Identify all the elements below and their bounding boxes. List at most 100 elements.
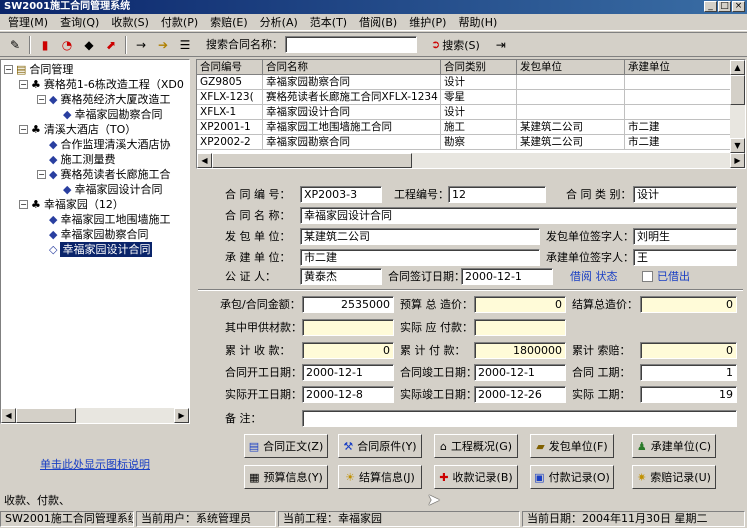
- grid-hscrollbar[interactable]: ◀ ▶: [197, 153, 745, 168]
- period-field[interactable]: 1: [640, 364, 737, 381]
- col-header[interactable]: 承建单位: [625, 60, 731, 75]
- search-input[interactable]: [285, 36, 417, 53]
- issuer-field[interactable]: 某建筑二公司: [300, 228, 540, 245]
- arrow-right-icon[interactable]: →: [130, 35, 152, 55]
- tree-item[interactable]: ◆ 幸福家园设计合同: [63, 182, 162, 197]
- menu-claims[interactable]: 索赔(E): [204, 14, 254, 30]
- icon-legend-link-text[interactable]: 单击此处显示图标说明: [40, 458, 150, 471]
- project-no-field[interactable]: 12: [448, 186, 546, 203]
- edit-icon[interactable]: ✎: [4, 35, 26, 55]
- line-chart-icon[interactable]: ⬈: [100, 35, 122, 55]
- tree-item[interactable]: − ◆ 赛格苑经济大厦改造工: [37, 92, 170, 107]
- tree-item[interactable]: ◆ 合作监理清溪大酒店协: [49, 137, 170, 152]
- scroll-up-icon[interactable]: ▲: [730, 60, 745, 75]
- total-paid-field[interactable]: 1800000: [474, 342, 566, 359]
- menu-templates[interactable]: 范本(T): [304, 14, 353, 30]
- menu-maintain[interactable]: 维护(P): [403, 14, 452, 30]
- col-header[interactable]: 合同类别: [441, 60, 517, 75]
- tree-item[interactable]: − ◆ 赛格苑读者长廊施工合: [37, 167, 170, 182]
- menu-help[interactable]: 帮助(H): [452, 14, 503, 30]
- collapse-icon[interactable]: −: [19, 125, 28, 134]
- pie-chart-icon[interactable]: ◔: [56, 35, 78, 55]
- builder-signer-field[interactable]: 王: [633, 249, 737, 266]
- minimize-button[interactable]: _: [704, 1, 717, 12]
- tree-item-selected[interactable]: ◇ 幸福家园设计合同: [49, 242, 153, 257]
- icon-legend-link[interactable]: 单击此处显示图标说明: [0, 456, 190, 472]
- collapse-icon[interactable]: −: [4, 65, 13, 74]
- tree-item[interactable]: − ♣ 幸福家园（12）: [19, 197, 124, 212]
- lent-checkbox[interactable]: [642, 271, 653, 282]
- claims-button[interactable]: ✷ 索赔记录(U): [632, 465, 716, 489]
- tree-item[interactable]: ◆ 幸福家园工地围墙施工: [49, 212, 170, 227]
- menu-borrow[interactable]: 借阅(B): [353, 14, 403, 30]
- actual-start-field[interactable]: 2000-12-8: [302, 386, 394, 403]
- tree-item[interactable]: − ♣ 清溪大酒店（TO）: [19, 122, 136, 137]
- original-contract-button[interactable]: ⚒ 合同原件(Y): [338, 434, 422, 458]
- name-field[interactable]: 幸福家园设计合同: [300, 207, 737, 224]
- exit-icon[interactable]: ⇥: [490, 35, 512, 55]
- col-header[interactable]: 合同编号: [197, 60, 263, 75]
- col-header[interactable]: 合同名称: [263, 60, 441, 75]
- issuer-signer-field[interactable]: 刘明生: [633, 228, 737, 245]
- search-button[interactable]: ➲ 搜索(S): [431, 37, 480, 53]
- end-date-field[interactable]: 2000-12-1: [474, 364, 566, 381]
- category-field[interactable]: 设计: [633, 186, 737, 203]
- notary-field[interactable]: 黄泰杰: [300, 268, 382, 285]
- collapse-icon[interactable]: −: [37, 95, 46, 104]
- bar-chart-icon[interactable]: ▮: [34, 35, 56, 55]
- actual-end-field[interactable]: 2000-12-26: [474, 386, 566, 403]
- menu-query[interactable]: 查询(Q): [54, 14, 105, 30]
- total-recv-field[interactable]: 0: [302, 342, 394, 359]
- menu-receipts[interactable]: 收款(S): [105, 14, 155, 30]
- budget-field[interactable]: 0: [474, 296, 566, 313]
- maximize-button[interactable]: □: [718, 1, 731, 12]
- scroll-left-icon[interactable]: ◀: [1, 408, 16, 423]
- scroll-right-icon[interactable]: ▶: [174, 408, 189, 423]
- tree-item[interactable]: − ♣ 赛格苑1-6栋改造工程（XD0: [19, 77, 184, 92]
- project-overview-button[interactable]: ⌂ 工程概况(G): [434, 434, 518, 458]
- arrow-right-bold-icon[interactable]: ➔: [152, 35, 174, 55]
- contract-no-field[interactable]: XP2003-3: [300, 186, 382, 203]
- scroll-right-icon[interactable]: ▶: [730, 153, 745, 168]
- eraser-icon[interactable]: ◆: [78, 35, 100, 55]
- menu-analysis[interactable]: 分析(A): [254, 14, 304, 30]
- scroll-left-icon[interactable]: ◀: [197, 153, 212, 168]
- actual-pay-field[interactable]: [474, 319, 566, 336]
- collapse-icon[interactable]: −: [19, 80, 28, 89]
- start-date-field[interactable]: 2000-12-1: [302, 364, 394, 381]
- tree-label: 幸福家园（12）: [43, 198, 124, 211]
- tree-item[interactable]: ◆ 幸福家园勘察合同: [49, 227, 148, 242]
- settle-field[interactable]: 0: [640, 296, 737, 313]
- list-icon[interactable]: ☰: [174, 35, 196, 55]
- total-claim-field[interactable]: 0: [640, 342, 737, 359]
- receipts-button[interactable]: ✚ 收款记录(B): [434, 465, 518, 489]
- builder-field[interactable]: 市二建: [300, 249, 540, 266]
- collapse-icon[interactable]: −: [19, 200, 28, 209]
- payments-button[interactable]: ▣ 付款记录(O): [530, 465, 614, 489]
- col-header[interactable]: 发包单位: [517, 60, 625, 75]
- builder-button[interactable]: ♟ 承建单位(C): [632, 434, 716, 458]
- menu-payments[interactable]: 付款(P): [155, 14, 204, 30]
- tree-item[interactable]: ◆ 幸福家园勘察合同: [63, 107, 162, 122]
- settlement-info-button[interactable]: ☀ 结算信息(J): [338, 465, 422, 489]
- menu-manage[interactable]: 管理(M): [2, 14, 54, 30]
- scroll-thumb[interactable]: [212, 153, 412, 168]
- period-label: 合同 工期：: [572, 366, 631, 379]
- scroll-thumb[interactable]: [16, 408, 76, 423]
- collapse-icon[interactable]: −: [37, 170, 46, 179]
- grid-vscrollbar[interactable]: ▲ ▼: [730, 60, 745, 153]
- issuer-button[interactable]: ▰ 发包单位(F): [530, 434, 614, 458]
- supply-field[interactable]: [302, 319, 394, 336]
- amount-field[interactable]: 2535000: [302, 296, 394, 313]
- tree-hscrollbar[interactable]: ◀ ▶: [1, 408, 189, 423]
- tree-root[interactable]: − ▤ 合同管理: [4, 62, 73, 77]
- budget-info-button[interactable]: ▦ 预算信息(Y): [244, 465, 328, 489]
- remark-field[interactable]: [302, 410, 737, 427]
- scroll-thumb[interactable]: [730, 75, 745, 105]
- tree-item[interactable]: ◆ 施工测量费: [49, 152, 115, 167]
- sign-date-field[interactable]: 2000-12-1: [461, 268, 553, 285]
- actual-period-field[interactable]: 19: [640, 386, 737, 403]
- close-button[interactable]: ×: [732, 1, 745, 12]
- contract-text-button[interactable]: ▤ 合同正文(Z): [244, 434, 328, 458]
- scroll-down-icon[interactable]: ▼: [730, 138, 745, 153]
